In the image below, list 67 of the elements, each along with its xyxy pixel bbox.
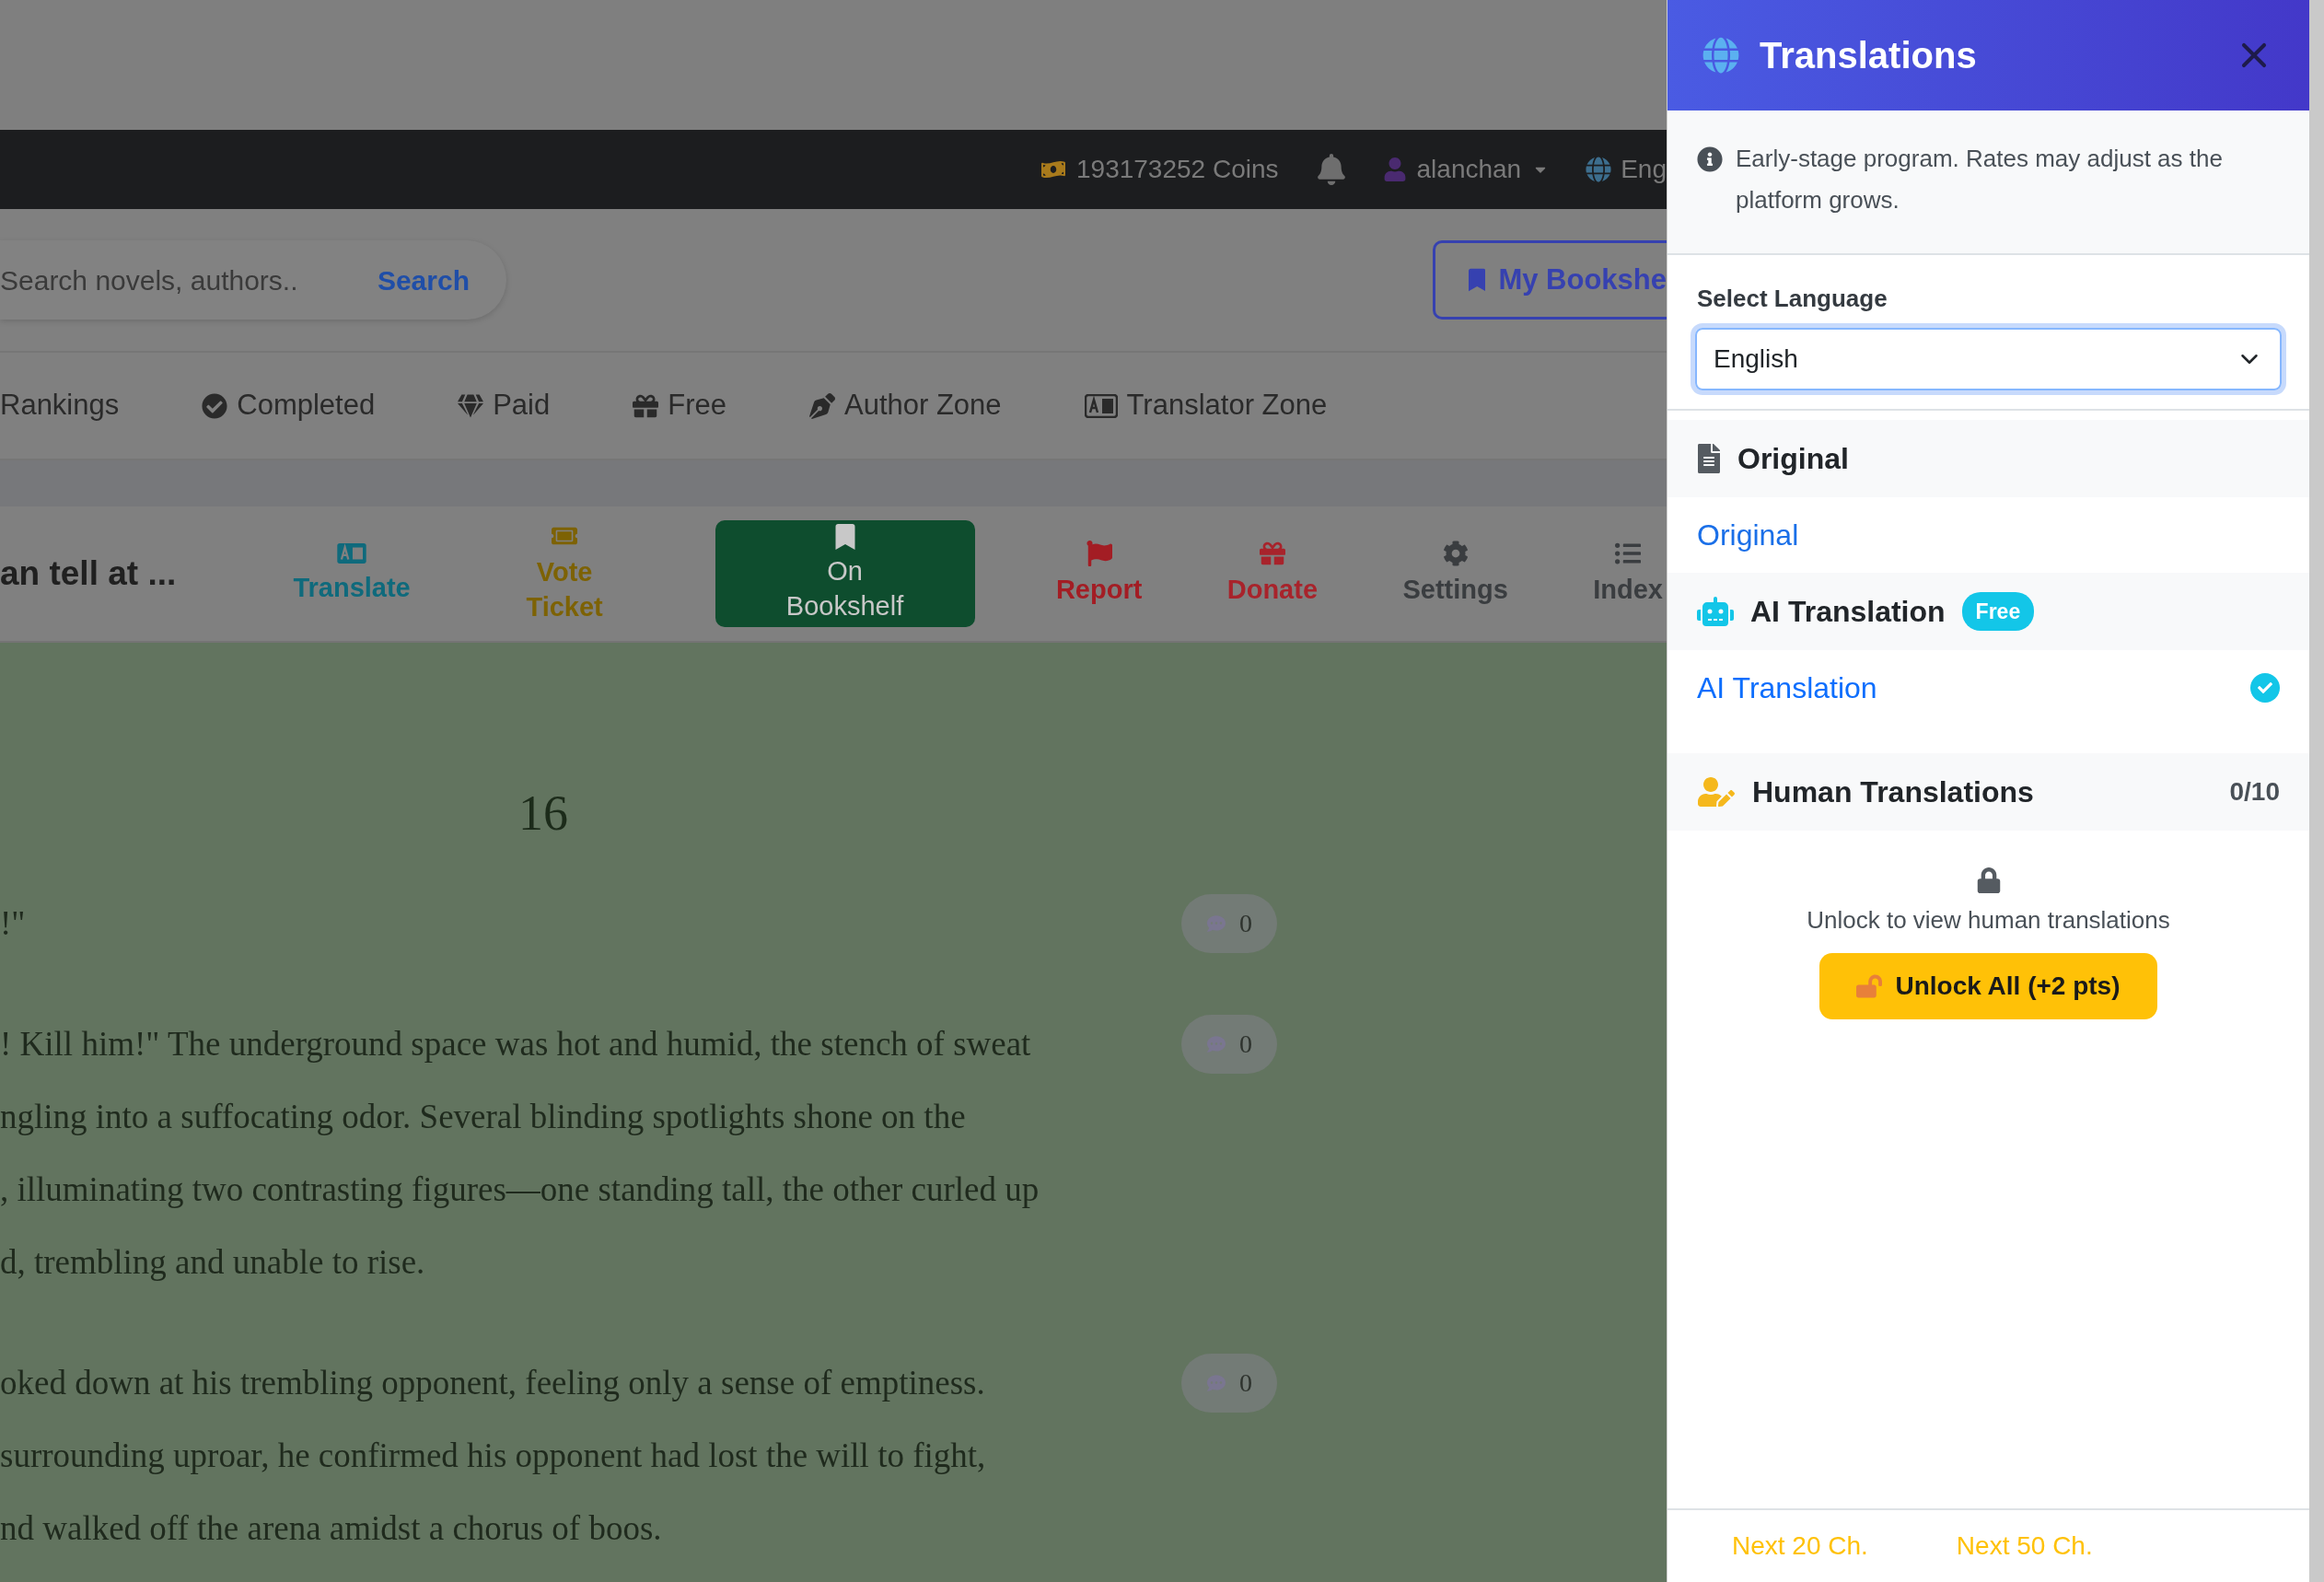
bookmark-icon <box>1469 266 1486 294</box>
next-chapters-link[interactable]: Next 50 Ch. <box>1956 1527 2093 1565</box>
gift-icon <box>633 392 659 419</box>
panel-title: Translations <box>1760 34 1977 77</box>
paragraph-line: surrounding uproar, he confirmed his opponent had lost the will to fight, <box>0 1436 987 1476</box>
gem-icon <box>458 392 484 419</box>
user-pen-icon <box>1697 777 1736 807</box>
paragraph-line: , illuminating two contrasting figures—one standing tall, the other curled up <box>0 1169 1040 1210</box>
speech-bubble-icon <box>1206 1374 1226 1392</box>
open-padlock-icon <box>1856 974 1883 998</box>
bookshelf-button[interactable]: On Bookshelf <box>715 520 975 627</box>
bell-icon[interactable] <box>1315 154 1347 185</box>
speech-bubble-icon <box>1206 914 1226 933</box>
document-icon <box>1697 444 1721 473</box>
section-title: Original <box>1737 441 1849 477</box>
toolbar-action[interactable]: Index <box>1589 541 1667 607</box>
nav-link[interactable]: Author Zone <box>808 384 1002 427</box>
search-button[interactable]: Search <box>377 259 470 301</box>
nav-link[interactable]: Free <box>633 384 726 427</box>
nav-link[interactable]: Rankings <box>0 384 120 427</box>
toolbar-action[interactable]: Settings <box>1399 541 1512 607</box>
pen-icon <box>808 392 835 419</box>
user-menu[interactable]: alanchan <box>1383 150 1550 189</box>
speech-bubble-icon <box>1206 1035 1226 1053</box>
list-icon <box>1615 541 1642 566</box>
bookmark-icon <box>833 524 856 550</box>
gift-icon <box>1259 541 1285 566</box>
globe-icon <box>1702 37 1739 74</box>
chapter-title: an tell at ... <box>0 553 178 595</box>
toolbar-action[interactable]: Donate <box>1223 541 1322 607</box>
paragraph-line: !" <box>0 903 27 944</box>
lock-icon <box>1976 867 2001 893</box>
language-menu[interactable]: Eng <box>1586 150 1667 189</box>
section-title: AI Translation <box>1750 594 1946 630</box>
user-icon <box>1383 157 1406 181</box>
translation-count: 0/10 <box>2229 776 2280 808</box>
translate-icon <box>1084 393 1118 418</box>
locked-message: Unlock to view human translations <box>1807 905 2170 936</box>
chapter-number: 16 <box>518 785 568 841</box>
nav-link[interactable]: Completed <box>202 384 376 427</box>
info-icon <box>1697 146 1723 172</box>
section-title: Human Translations <box>1752 774 2034 810</box>
free-badge: Free <box>1961 591 2035 632</box>
paragraph-line: ! Kill him!" The underground space was hot and humid, the stench of sweat <box>0 1024 1032 1064</box>
paragraph-line: oked down at his trembling opponent, feeling only a sense of emptiness. <box>0 1363 986 1403</box>
comment-count-button[interactable]: 0 <box>1181 894 1277 953</box>
settings-icon <box>1442 541 1469 566</box>
search-field[interactable]: Search novels, authors.. Search <box>0 240 506 320</box>
comment-count-button[interactable]: 0 <box>1181 1015 1277 1074</box>
paragraph-line: nd walked off the arena amidst a chorus of boos. <box>0 1508 663 1549</box>
flag-icon <box>1086 541 1112 566</box>
paragraph-line: d, trembling and unable to rise. <box>0 1242 426 1283</box>
toolbar-action[interactable]: Translate <box>289 542 414 605</box>
globe-icon <box>1586 157 1612 182</box>
coin-balance: 193173252 Coins <box>1076 154 1279 185</box>
robot-icon <box>1697 597 1734 626</box>
nav-link[interactable]: Paid <box>458 384 551 427</box>
comment-count-button[interactable]: 0 <box>1181 1354 1277 1413</box>
field-label: Select Language <box>1696 284 1888 314</box>
paragraph-line: ngling into a suffocating odor. Several blinding spotlights shone on the <box>0 1097 967 1137</box>
toolbar-action[interactable]: Report <box>1052 541 1146 607</box>
next-chapters-link[interactable]: Next 20 Ch. <box>1732 1527 1868 1565</box>
unlock-all-button[interactable]: Unlock All (+2 pts) <box>1819 953 2157 1019</box>
nav-link[interactable]: Translator Zone <box>1084 384 1328 427</box>
check-icon <box>2250 673 2280 703</box>
translate-icon <box>336 542 368 564</box>
notice-text: Early-stage program. Rates may adjust as the platform grows. <box>1736 144 2224 215</box>
